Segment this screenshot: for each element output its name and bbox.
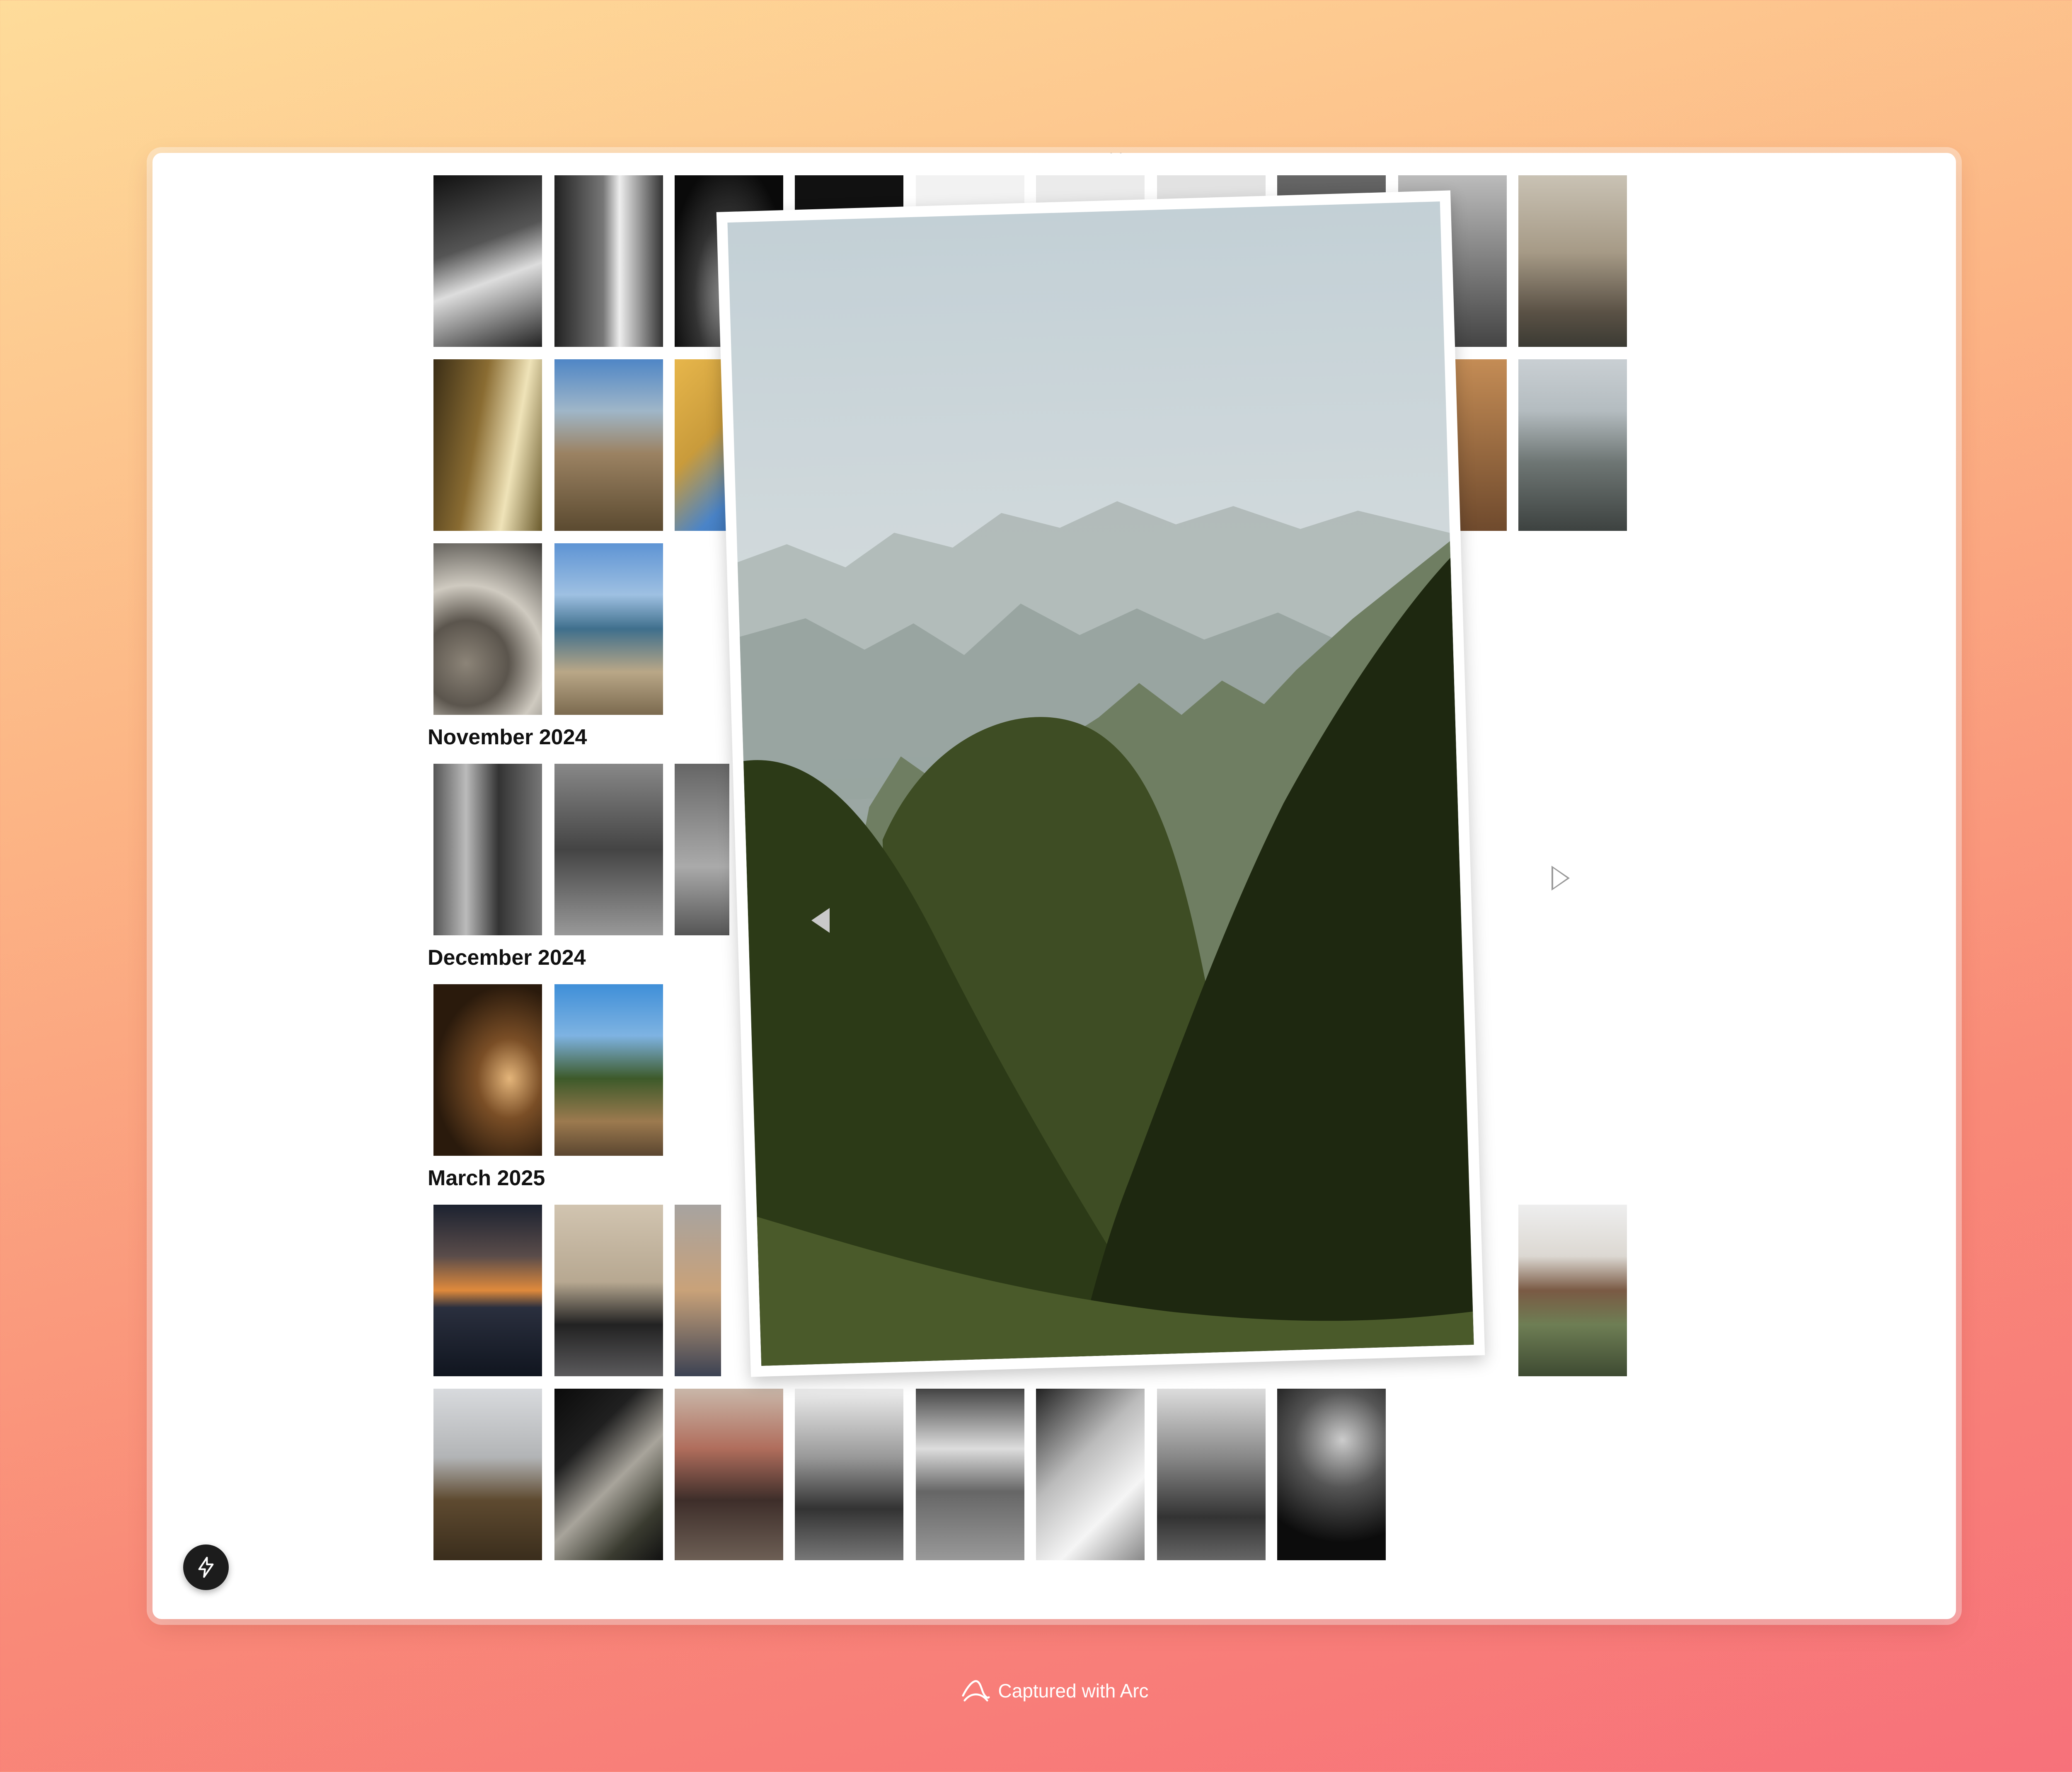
capture-footer: Captured with Arc: [0, 1678, 2072, 1704]
photo-thumbnail[interactable]: [554, 1205, 663, 1376]
bolt-icon: [198, 1557, 214, 1578]
mountain-landscape-photo: [727, 201, 1474, 1366]
mountain-illustration-icon: [737, 501, 1474, 1366]
photo-thumbnail[interactable]: [433, 1205, 542, 1376]
photo-thumbnail[interactable]: [1518, 175, 1627, 347]
collapse-toggle-icon[interactable]: ˇˇ: [1106, 153, 1126, 168]
chevron-left-icon[interactable]: [811, 908, 830, 933]
photo-thumbnail[interactable]: [1518, 359, 1627, 531]
photo-thumbnail[interactable]: [554, 175, 663, 347]
photo-thumbnail[interactable]: [554, 359, 663, 531]
photo-viewer[interactable]: [716, 190, 1485, 1377]
section-label-december-2024: December 2024: [428, 946, 586, 970]
gallery-window: ˇˇ November 2024 December 2024 March 202…: [152, 153, 1956, 1619]
photo-thumbnail[interactable]: [433, 359, 542, 531]
photo-thumbnail[interactable]: [433, 764, 542, 935]
photo-thumbnail[interactable]: [1518, 1205, 1627, 1376]
photo-thumbnail[interactable]: [433, 1389, 542, 1560]
section-label-november-2024: November 2024: [428, 725, 587, 749]
photo-thumbnail[interactable]: [433, 175, 542, 347]
photo-thumbnail[interactable]: [675, 1205, 721, 1376]
section-label-march-2025: March 2025: [428, 1166, 545, 1190]
photo-thumbnail[interactable]: [554, 764, 663, 935]
photo-thumbnail[interactable]: [1277, 1389, 1386, 1560]
photo-thumbnail[interactable]: [554, 1389, 663, 1560]
photo-thumbnail[interactable]: [1157, 1389, 1266, 1560]
photo-thumbnail[interactable]: [916, 1389, 1024, 1560]
arc-logo-icon: [962, 1680, 990, 1702]
bolt-button[interactable]: [183, 1544, 229, 1590]
photo-thumbnail[interactable]: [675, 1389, 783, 1560]
photo-thumbnail[interactable]: [554, 543, 663, 715]
photo-thumbnail[interactable]: [433, 984, 542, 1156]
footer-text: Captured with Arc: [998, 1680, 1149, 1702]
photo-thumbnail[interactable]: [433, 543, 542, 715]
photo-thumbnail[interactable]: [554, 984, 663, 1156]
chevron-right-icon[interactable]: [1552, 866, 1570, 891]
photo-thumbnail[interactable]: [1036, 1389, 1145, 1560]
photo-thumbnail[interactable]: [795, 1389, 903, 1560]
photo-thumbnail[interactable]: [675, 764, 729, 935]
